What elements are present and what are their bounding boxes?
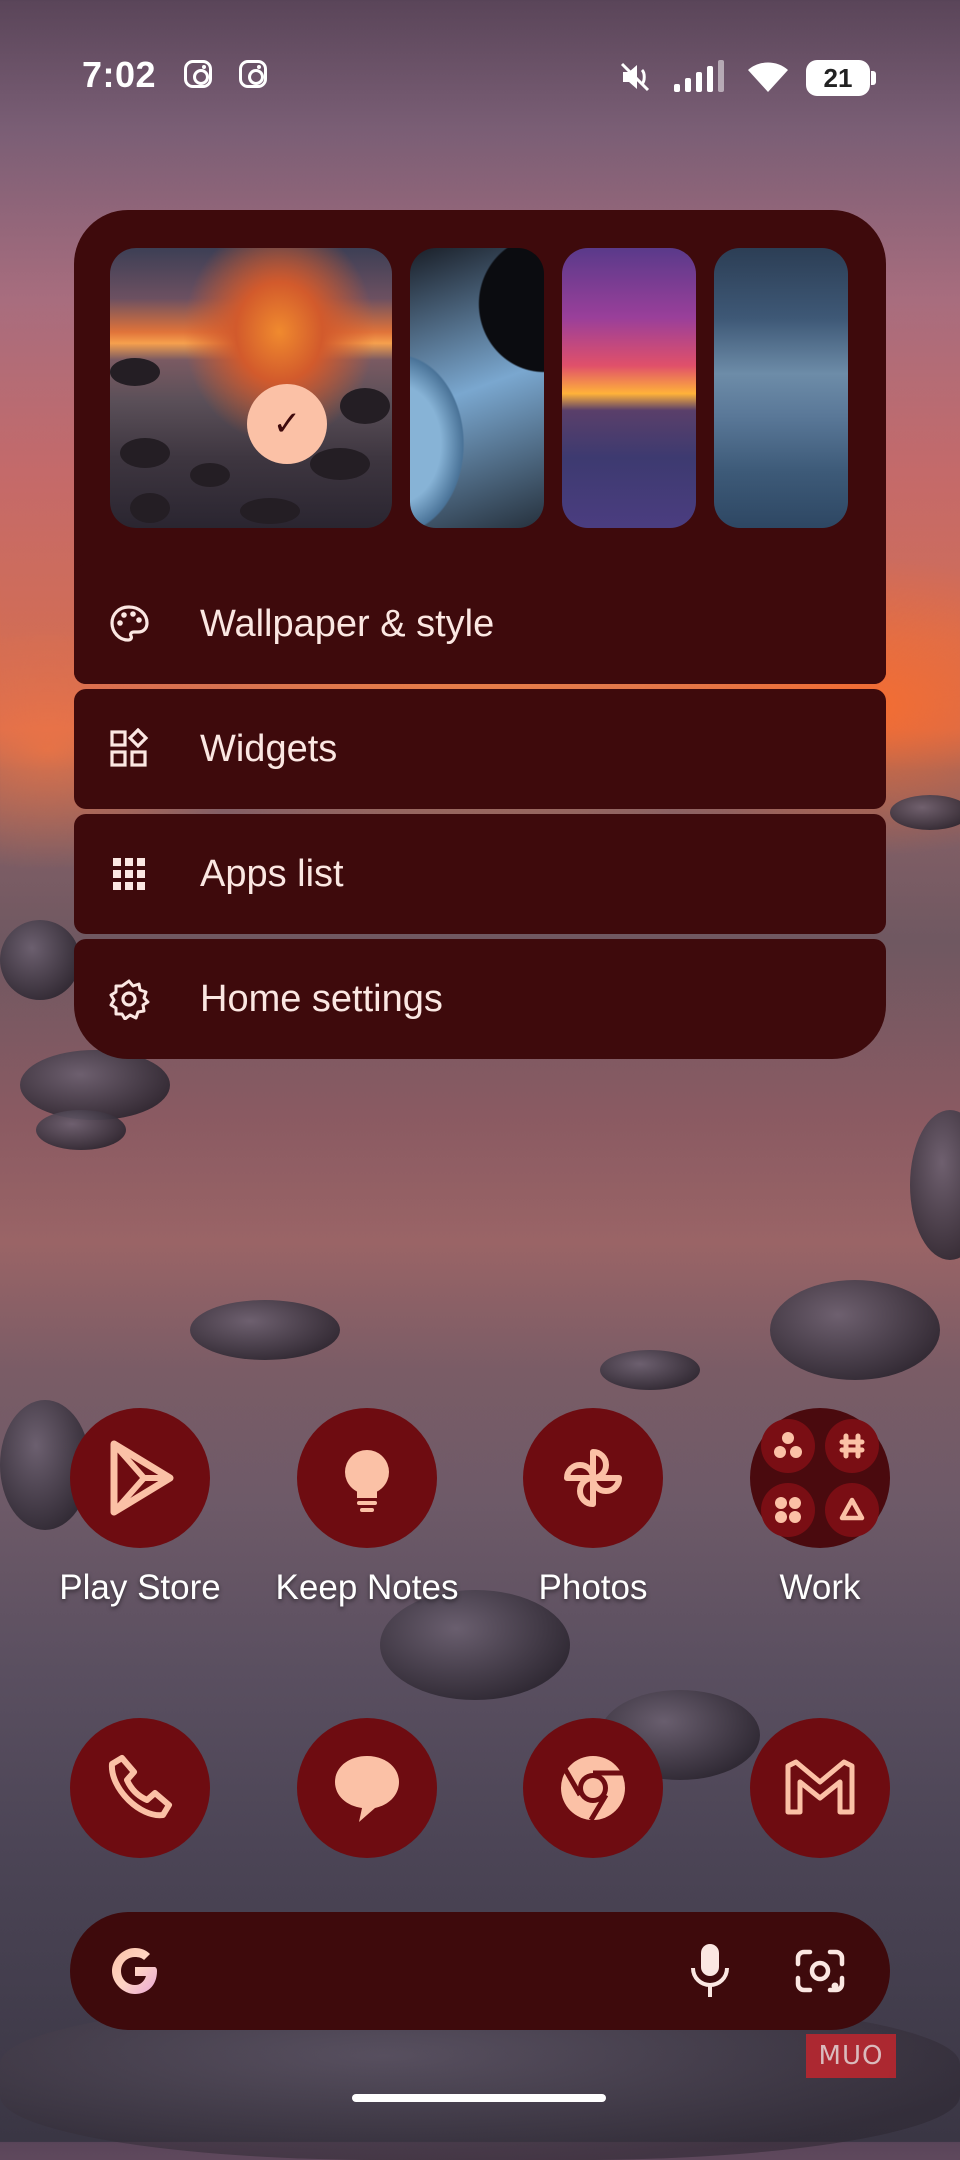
palette-icon (110, 605, 149, 642)
dock-phone[interactable] (70, 1718, 210, 1858)
mic-icon[interactable] (688, 1942, 732, 2000)
app-play-store[interactable] (70, 1408, 210, 1548)
grid-icon (113, 858, 145, 890)
app-keep-notes[interactable] (297, 1408, 437, 1548)
clock: 7:02 (82, 54, 157, 95)
app-label: Photos (538, 1568, 648, 1607)
menu-item-label: Widgets (200, 727, 338, 770)
instagram-icon (239, 60, 267, 88)
menu-item-widgets[interactable]: Widgets (74, 689, 886, 809)
mute-icon (620, 62, 650, 92)
wifi-icon (748, 62, 788, 92)
menu-item-label: Apps list (200, 852, 344, 895)
gear-icon (109, 979, 150, 1020)
menu-item-apps-list[interactable]: Apps list (74, 814, 886, 934)
phone-icon (108, 1755, 172, 1819)
play-store-icon (110, 1440, 174, 1516)
wallpaper-thumb-rocky-sunset[interactable]: ✓ (110, 248, 392, 528)
instagram-icon (184, 60, 212, 88)
app-label: Work (779, 1568, 861, 1607)
wallpaper-thumb-purple-sunset[interactable] (562, 248, 696, 528)
watermark-logo: MUO (806, 2034, 896, 2078)
chrome-icon (561, 1756, 625, 1822)
app-label: Keep Notes (275, 1568, 459, 1607)
menu-item-label: Home settings (200, 977, 443, 1020)
status-bar: 7:02 21 (0, 48, 960, 108)
wallpaper-thumb-blue-abstract[interactable] (410, 248, 544, 528)
dock-gmail[interactable] (750, 1718, 890, 1858)
lens-icon[interactable] (794, 1946, 846, 1996)
messages-icon (335, 1756, 399, 1822)
selected-check-icon: ✓ (247, 384, 327, 464)
bulb-icon (345, 1450, 389, 1512)
photos-icon (564, 1449, 622, 1507)
app-photos[interactable] (523, 1408, 663, 1548)
app-folder-work[interactable] (750, 1408, 890, 1548)
widgets-icon (110, 728, 149, 767)
gmail-icon (785, 1759, 855, 1815)
folder-icon (761, 1419, 879, 1537)
menu-item-home-settings[interactable]: Home settings (74, 939, 886, 1059)
dock-messages[interactable] (297, 1718, 437, 1858)
signal-icon (674, 60, 724, 92)
gesture-navigation-bar[interactable] (352, 2094, 606, 2102)
wallpaper-thumb-blue-sea[interactable] (714, 248, 848, 528)
dock-chrome[interactable] (523, 1718, 663, 1858)
wallpaper-picker: ✓ Wallpaper & style (74, 210, 886, 684)
home-long-press-menu: ✓ Wallpaper & style Widgets Apps list Ho… (74, 210, 886, 1059)
battery-icon: 21 (806, 60, 876, 96)
menu-item-label: Wallpaper & style (200, 602, 495, 645)
menu-item-wallpaper-style[interactable]: Wallpaper & style (74, 564, 886, 684)
google-icon (112, 1948, 157, 1994)
google-search-bar[interactable] (70, 1912, 890, 2030)
app-label: Play Store (59, 1568, 221, 1607)
